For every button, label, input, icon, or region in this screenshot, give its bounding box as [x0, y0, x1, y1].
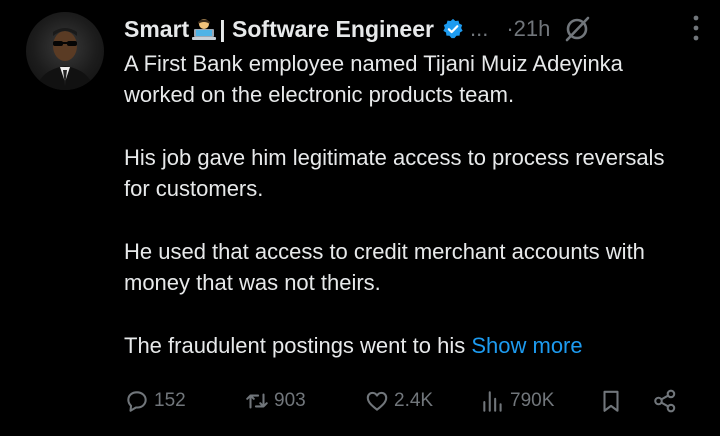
grok-icon[interactable]	[562, 14, 592, 44]
like-icon	[366, 391, 388, 411]
reply-count: 152	[154, 390, 186, 411]
like-count: 2.4K	[394, 390, 434, 411]
tweet-paragraph: A First Bank employee named Tijani Muiz …	[124, 51, 623, 107]
share-icon	[654, 389, 676, 413]
repost-count: 903	[274, 390, 306, 411]
verified-badge-icon	[443, 18, 463, 39]
tweet-paragraph: His job gave him legitimate access to pr…	[124, 145, 665, 201]
avatar[interactable]	[26, 12, 104, 90]
reply-button[interactable]: 152	[124, 384, 186, 418]
action-bar: 152 903 2.4K 790K	[0, 384, 720, 418]
timestamp[interactable]: ·21h	[506, 16, 550, 42]
tweet-paragraph: He used that access to credit merchant a…	[124, 239, 645, 295]
tweet-paragraph-truncated: The fraudulent postings went to his Show…	[124, 333, 583, 358]
bookmark-button[interactable]	[598, 384, 624, 418]
show-more-link[interactable]: Show more	[471, 333, 582, 358]
name-truncation: ...	[469, 16, 489, 41]
repost-button[interactable]: 903	[244, 384, 306, 418]
avatar-photo	[36, 28, 94, 90]
emoji-technologist-icon	[192, 18, 217, 40]
more-vertical-icon[interactable]	[690, 14, 702, 42]
bookmark-icon	[603, 390, 619, 412]
views-icon	[483, 391, 502, 412]
tweet-text: A First Bank employee named Tijani Muiz …	[124, 48, 694, 393]
share-button[interactable]	[652, 384, 678, 418]
reply-icon	[127, 391, 147, 412]
views-button[interactable]: 790K	[480, 384, 554, 418]
tweet-header: Smart | Software Engineer ... ·21h	[124, 12, 704, 46]
views-count: 790K	[510, 390, 555, 411]
author-name[interactable]: Smart | Software Engineer	[124, 16, 434, 43]
like-button[interactable]: 2.4K	[364, 384, 433, 418]
repost-icon	[246, 393, 268, 409]
